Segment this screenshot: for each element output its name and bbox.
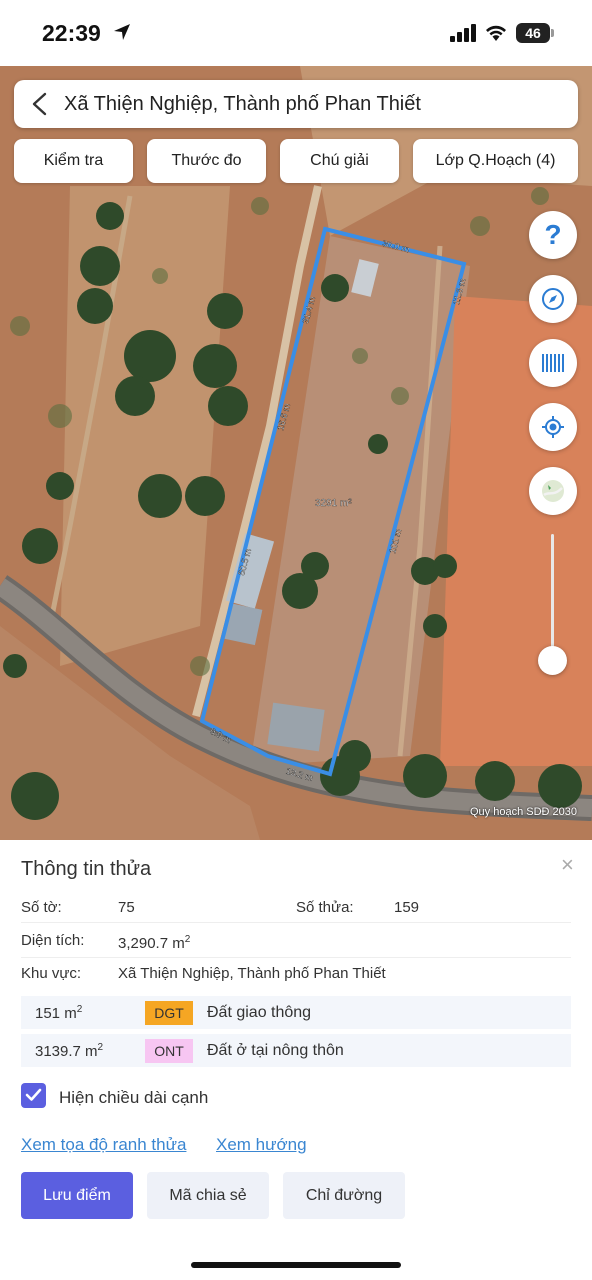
location-arrow-icon — [114, 24, 130, 40]
save-point-button[interactable]: Lưu điểm — [21, 1172, 133, 1219]
map-layer-icon — [542, 480, 564, 502]
measure-tool-button[interactable]: Thước đo — [147, 139, 266, 183]
land-use-area: 3139.7 m2 — [35, 1042, 104, 1060]
parcel-number-label: Số thửa: — [296, 899, 354, 916]
divider — [21, 922, 571, 923]
my-location-button[interactable] — [529, 403, 577, 451]
status-bar: 22:39 46 — [0, 0, 592, 66]
parcel-info-panel: Thông tin thửa × Số tờ: 75 Số thửa: 159 … — [0, 840, 592, 1280]
satellite-map[interactable]: 30.0 m 11.3 m 31.4 m 16.6 m 50.5 m 101 m… — [0, 66, 592, 840]
zoom-slider-knob[interactable] — [538, 646, 567, 675]
close-icon[interactable]: × — [561, 852, 574, 878]
back-chevron-icon[interactable] — [30, 92, 50, 116]
parcel-area-label: 3291 m² — [315, 498, 352, 509]
battery-level: 46 — [516, 23, 550, 43]
view-direction-link[interactable]: Xem hướng — [216, 1135, 307, 1155]
cellular-signal-icon — [450, 24, 476, 42]
compass-button[interactable] — [529, 275, 577, 323]
barcode-button[interactable] — [529, 339, 577, 387]
sheet-number-value: 75 — [118, 899, 135, 916]
panel-title: Thông tin thửa — [21, 858, 152, 880]
view-boundary-coords-link[interactable]: Xem tọa độ ranh thửa — [21, 1135, 186, 1155]
status-time: 22:39 — [42, 20, 101, 46]
barcode-icon — [542, 354, 564, 372]
battery-icon: 46 — [516, 23, 554, 43]
divider — [21, 957, 571, 958]
location-search-bar[interactable]: Xã Thiện Nghiệp, Thành phố Phan Thiết — [14, 80, 578, 128]
show-edge-length-label[interactable]: Hiện chiều dài cạnh — [59, 1088, 208, 1108]
directions-button[interactable]: Chỉ đường — [283, 1172, 405, 1219]
land-use-description: Đất giao thông — [207, 1004, 312, 1021]
wifi-icon — [486, 25, 506, 41]
region-label: Khu vực: — [21, 965, 82, 982]
map-attribution: Quy hoạch SDĐ 2030 — [470, 806, 578, 818]
sheet-number-label: Số tờ: — [21, 899, 62, 916]
land-use-description: Đất ở tại nông thôn — [207, 1042, 344, 1059]
home-indicator[interactable] — [191, 1262, 401, 1268]
help-icon: ? — [544, 219, 562, 250]
share-code-button[interactable]: Mã chia sẻ — [147, 1172, 269, 1219]
check-tool-button[interactable]: Kiểm tra — [14, 139, 133, 183]
land-use-row: 151 m2 DGT Đất giao thông — [21, 996, 571, 1029]
land-use-row: 3139.7 m2 ONT Đất ở tại nông thôn — [21, 1034, 571, 1067]
area-value: 3,290.7 m2 — [118, 934, 191, 952]
help-button[interactable]: ? — [529, 211, 577, 259]
locate-icon — [542, 416, 564, 438]
legend-button[interactable]: Chú giải — [280, 139, 399, 183]
region-value: Xã Thiện Nghiệp, Thành phố Phan Thiết — [118, 965, 386, 982]
land-use-code-badge: ONT — [145, 1039, 193, 1063]
location-title: Xã Thiện Nghiệp, Thành phố Phan Thiết — [64, 93, 421, 115]
compass-icon — [542, 288, 564, 310]
land-use-code-badge: DGT — [145, 1001, 193, 1025]
land-use-area: 151 m2 — [35, 1004, 83, 1022]
parcel-number-value: 159 — [394, 899, 420, 916]
area-label: Diện tích: — [21, 932, 85, 949]
planning-layers-button[interactable]: Lớp Q.Hoạch (4) — [413, 139, 578, 183]
map-layer-button[interactable] — [529, 467, 577, 515]
show-edge-length-checkbox[interactable] — [21, 1083, 46, 1108]
checkmark-icon — [25, 1088, 42, 1101]
